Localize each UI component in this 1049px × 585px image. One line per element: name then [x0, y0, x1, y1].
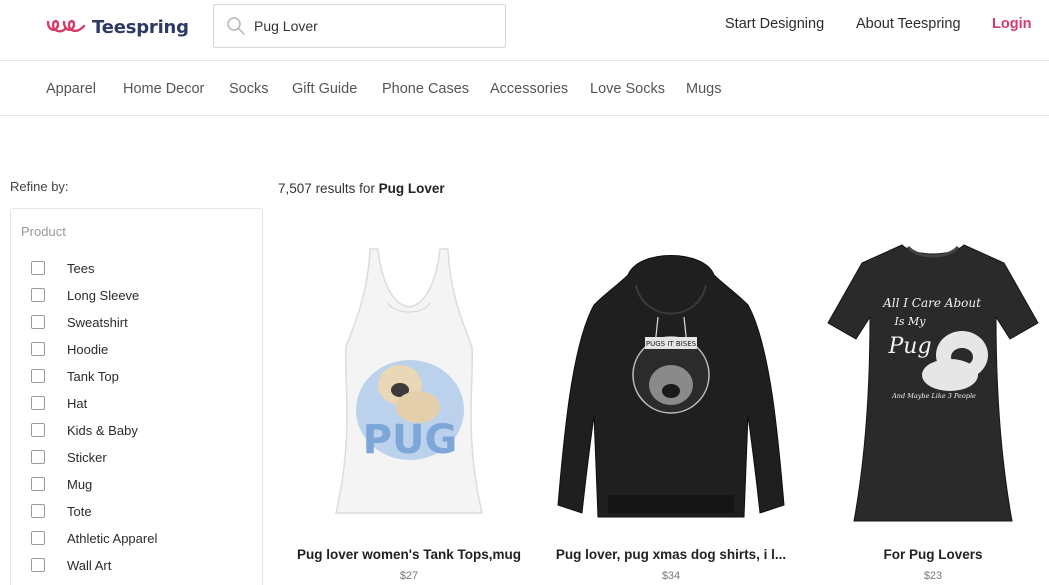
checkbox[interactable]	[31, 261, 45, 275]
filter-label: Sticker	[67, 449, 107, 465]
product-art-text: PUGS IT BISES	[646, 340, 697, 348]
product-art-line: Is My	[894, 315, 927, 328]
filter-label: Tees	[67, 260, 95, 276]
teespring-logo-icon	[46, 19, 86, 33]
filter-label: Sweatshirt	[67, 314, 128, 330]
refine-by-label: Refine by:	[10, 179, 69, 194]
filter-item-wall-art[interactable]: Wall Art	[31, 555, 111, 575]
checkbox[interactable]	[31, 477, 45, 491]
product-title[interactable]: Pug lover, pug xmas dog shirts, i l...	[548, 547, 794, 562]
category-gift-guide[interactable]: Gift Guide	[292, 81, 357, 97]
product-art-line: And Maybe Like 3 People	[891, 392, 976, 400]
filter-item-tees[interactable]: Tees	[31, 258, 94, 278]
filter-item-sticker[interactable]: Sticker	[31, 447, 107, 467]
filter-label: Hat	[67, 395, 88, 411]
product-card[interactable]: All I Care About Is My Pug And Maybe Lik…	[822, 235, 1044, 585]
filter-item-mug[interactable]: Mug	[31, 474, 92, 494]
product-filter-panel: Product Tees Long Sleeve Sweatshirt Hood…	[10, 208, 263, 585]
filter-label: Long Sleeve	[67, 287, 140, 303]
product-title[interactable]: For Pug Lovers	[822, 547, 1044, 562]
product-art-text: PUG	[363, 417, 458, 463]
checkbox[interactable]	[31, 288, 45, 302]
teespring-logo[interactable]: Teespring	[46, 14, 189, 40]
filter-label: Wall Art	[67, 557, 112, 573]
product-image-tank-top[interactable]: PUG	[278, 235, 540, 525]
category-mugs[interactable]: Mugs	[686, 81, 721, 97]
results-count: 7,507	[278, 181, 312, 196]
login-link[interactable]: Login	[992, 16, 1031, 32]
results-query: Pug Lover	[378, 181, 445, 196]
filter-label: Athletic Apparel	[67, 530, 158, 546]
filter-label: Mug	[67, 476, 93, 492]
product-card[interactable]: PUG Pug lover women's Tank Tops,mug $27	[278, 235, 540, 585]
results-summary: 7,507 results for Pug Lover	[278, 181, 445, 196]
filter-item-sweatshirt[interactable]: Sweatshirt	[31, 312, 128, 332]
checkbox[interactable]	[31, 450, 45, 464]
checkbox[interactable]	[31, 504, 45, 518]
filter-item-athletic-apparel[interactable]: Athletic Apparel	[31, 528, 157, 548]
filter-label: Kids & Baby	[67, 422, 138, 438]
checkbox[interactable]	[31, 423, 45, 437]
category-apparel[interactable]: Apparel	[46, 81, 96, 97]
checkbox[interactable]	[31, 558, 45, 572]
filter-item-tote[interactable]: Tote	[31, 501, 92, 521]
category-phone-cases[interactable]: Phone Cases	[382, 81, 469, 97]
filter-title: Product	[21, 224, 66, 239]
checkbox[interactable]	[31, 531, 45, 545]
results-prefix: results for	[315, 181, 375, 196]
product-title[interactable]: Pug lover women's Tank Tops,mug	[278, 547, 540, 562]
search-icon[interactable]	[226, 16, 246, 36]
filter-label: Tank Top	[67, 368, 119, 384]
start-designing-link[interactable]: Start Designing	[725, 16, 824, 32]
filter-item-long-sleeve[interactable]: Long Sleeve	[31, 285, 139, 305]
product-art-line: Pug	[887, 334, 931, 359]
filter-item-tank-top[interactable]: Tank Top	[31, 366, 119, 386]
category-nav: Apparel Home Decor Socks Gift Guide Phon…	[0, 61, 1049, 116]
product-art-line: All I Care About	[882, 296, 981, 310]
product-price: $23	[923, 570, 943, 582]
product-image-tshirt[interactable]: All I Care About Is My Pug And Maybe Lik…	[822, 235, 1044, 525]
checkbox[interactable]	[31, 315, 45, 329]
product-price: $34	[661, 570, 681, 582]
filter-label: Hoodie	[67, 341, 109, 357]
about-teespring-link[interactable]: About Teespring	[856, 16, 961, 32]
checkbox[interactable]	[31, 396, 45, 410]
checkbox[interactable]	[31, 342, 45, 356]
category-home-decor[interactable]: Home Decor	[123, 81, 204, 97]
product-card[interactable]: PUGS IT BISES Pug lover, pug xmas dog sh…	[548, 235, 794, 585]
category-socks[interactable]: Socks	[229, 81, 269, 97]
search-box	[213, 4, 506, 48]
category-accessories[interactable]: Accessories	[490, 81, 568, 97]
search-input[interactable]	[254, 18, 494, 34]
filter-item-hat[interactable]: Hat	[31, 393, 87, 413]
filter-label: Tote	[67, 503, 92, 519]
product-price: $27	[399, 570, 419, 582]
category-love-socks[interactable]: Love Socks	[590, 81, 665, 97]
product-image-hoodie[interactable]: PUGS IT BISES	[548, 235, 794, 525]
top-header: Teespring Start Designing About Teesprin…	[0, 0, 1049, 61]
brand-name: Teespring	[92, 16, 189, 38]
filter-item-hoodie[interactable]: Hoodie	[31, 339, 108, 359]
checkbox[interactable]	[31, 369, 45, 383]
filter-item-kids-baby[interactable]: Kids & Baby	[31, 420, 138, 440]
